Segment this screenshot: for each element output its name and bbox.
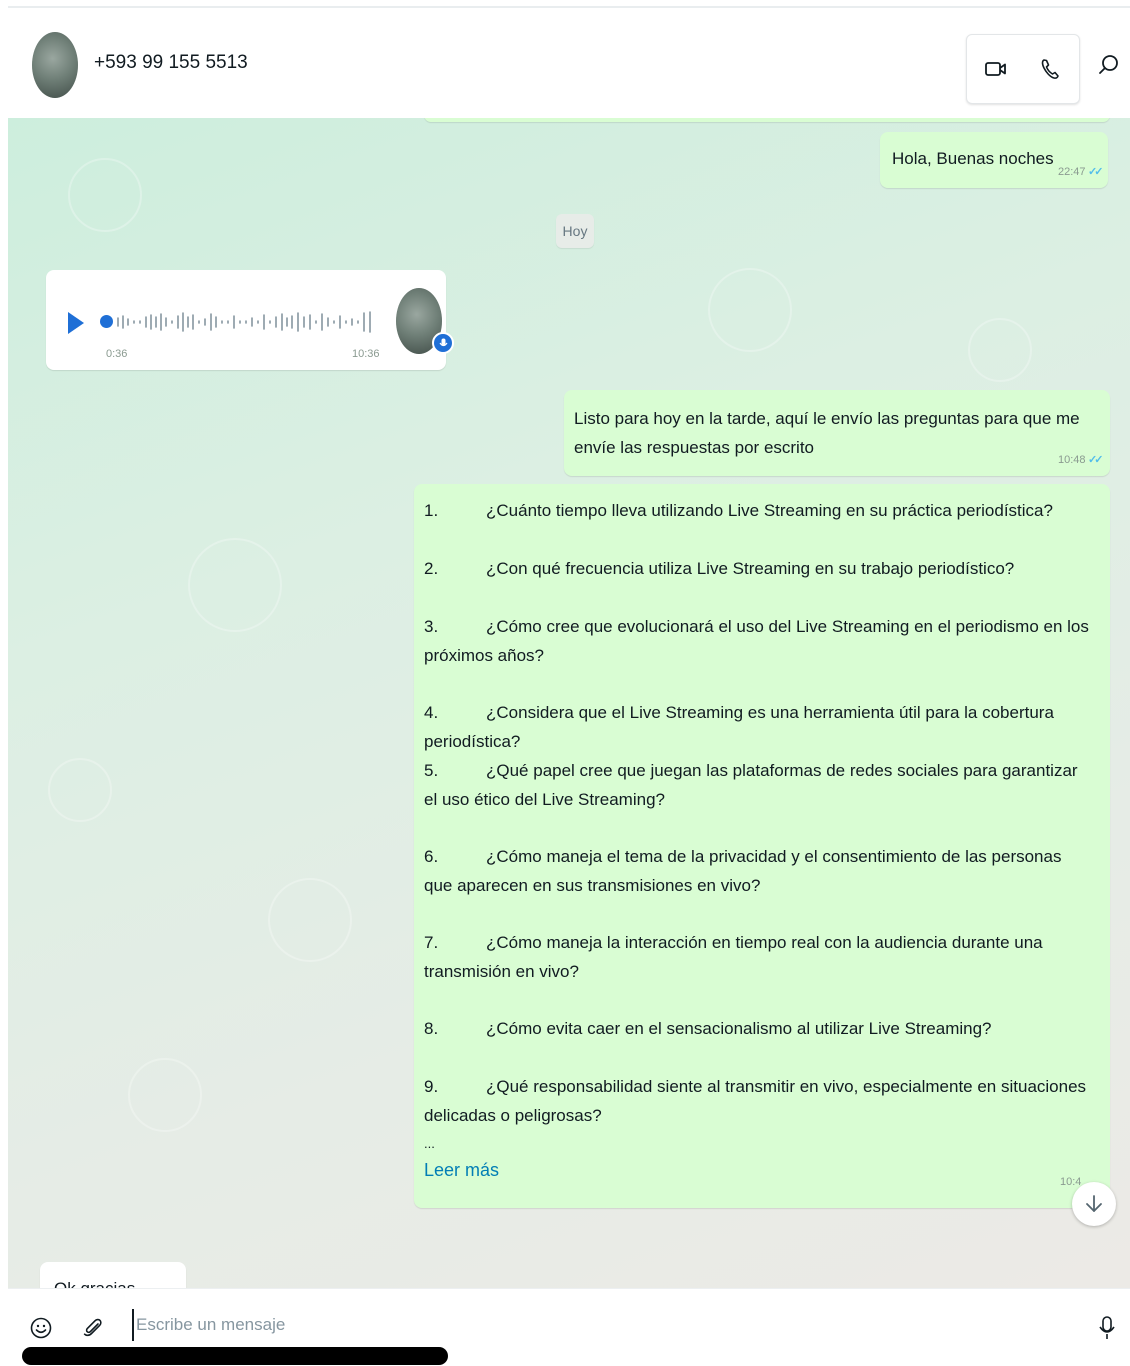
question-item: 7. ¿Cómo maneja la interacción en tiempo…	[424, 928, 1094, 986]
chat-area[interactable]: Hola, Buenas noches 22:47 ✓✓ Hoy 0:36 10…	[8, 118, 1130, 1288]
question-text: ¿Qué responsabilidad siente al transmiti…	[424, 1077, 1087, 1125]
question-number: 9.	[424, 1077, 439, 1096]
wallpaper-doodle	[68, 158, 142, 232]
wallpaper-doodle	[968, 318, 1032, 382]
message-text: Ok gracias	[54, 1274, 135, 1288]
voice-call-icon	[1041, 59, 1059, 79]
truncation-ellipsis: ...	[424, 1136, 435, 1151]
question-number: 6.	[424, 847, 439, 866]
contact-avatar[interactable]	[32, 32, 78, 98]
previous-message-bubble	[424, 118, 1110, 122]
emoji-icon	[30, 1317, 52, 1339]
message-bubble-incoming[interactable]: Ok gracias	[40, 1262, 186, 1288]
scroll-to-bottom-button[interactable]	[1072, 1182, 1116, 1226]
wallpaper-doodle	[708, 268, 792, 352]
question-text: ¿Cuánto tiempo lleva utilizando Live Str…	[486, 501, 1053, 520]
wallpaper-doodle	[48, 758, 112, 822]
question-item: 1. ¿Cuánto tiempo lleva utilizando Live …	[424, 496, 1094, 525]
message-text: Hola, Buenas noches	[892, 149, 1054, 168]
call-buttons-group	[966, 34, 1080, 104]
question-text: ¿Cómo evita caer en el sensacionalismo a…	[486, 1019, 992, 1038]
emoji-button[interactable]	[28, 1315, 54, 1341]
question-number: 8.	[424, 1019, 439, 1038]
read-more-link[interactable]: Leer más	[424, 1160, 499, 1181]
contact-name[interactable]: +593 99 155 5513	[94, 52, 248, 74]
attach-icon	[83, 1318, 102, 1337]
question-text: ¿Con qué frecuencia utiliza Live Streami…	[486, 559, 1015, 578]
question-text: ¿Considera que el Live Streaming es una …	[424, 703, 1054, 751]
message-composer	[8, 1288, 1130, 1366]
chat-header: +593 99 155 5513	[8, 6, 1130, 120]
question-text: ¿Qué papel cree que juegan las plataform…	[424, 761, 1078, 809]
message-bubble-outgoing-list[interactable]: 1. ¿Cuánto tiempo lleva utilizando Live …	[414, 484, 1110, 1208]
message-time: 10:4	[1060, 1176, 1082, 1188]
question-item: 2. ¿Con qué frecuencia utiliza Live Stre…	[424, 554, 1094, 583]
redaction-bar	[22, 1347, 448, 1365]
microphone-icon	[1099, 1316, 1115, 1339]
question-number: 1.	[424, 501, 439, 520]
question-number: 3.	[424, 617, 439, 636]
wallpaper-doodle	[188, 538, 282, 632]
question-number: 7.	[424, 933, 439, 952]
voice-call-button[interactable]	[1035, 55, 1065, 83]
attach-button[interactable]	[80, 1315, 106, 1341]
question-number: 2.	[424, 559, 439, 578]
question-item: 4. ¿Considera que el Live Streaming es u…	[424, 698, 1094, 756]
message-time: 22:47	[1058, 166, 1086, 178]
waveform[interactable]	[116, 308, 376, 336]
question-text: ¿Cómo maneja la interacción en tiempo re…	[424, 933, 1043, 981]
question-number: 5.	[424, 761, 439, 780]
message-input[interactable]	[132, 1309, 1038, 1341]
microphone-badge-icon	[432, 332, 454, 354]
video-call-icon	[985, 62, 1006, 76]
seek-handle[interactable]	[100, 315, 113, 328]
wallpaper-doodle	[128, 1058, 202, 1132]
read-ticks-icon: ✓✓	[1088, 454, 1104, 466]
read-ticks-icon: ✓✓	[1088, 166, 1104, 178]
message-time: 10:36	[352, 348, 380, 360]
play-icon[interactable]	[68, 312, 84, 334]
question-item: 5. ¿Qué papel cree que juegan las plataf…	[424, 756, 1094, 814]
message-bubble-outgoing[interactable]: Listo para hoy en la tarde, aquí le enví…	[564, 390, 1110, 476]
message-text: Listo para hoy en la tarde, aquí le enví…	[574, 409, 1080, 457]
voice-elapsed: 0:36	[106, 348, 128, 360]
voice-message-bubble[interactable]: 0:36 10:36	[46, 270, 454, 370]
search-button[interactable]	[1096, 52, 1122, 78]
voice-record-button[interactable]	[1094, 1315, 1120, 1341]
message-bubble-outgoing[interactable]: Hola, Buenas noches 22:47 ✓✓	[880, 132, 1108, 188]
message-time: 10:48	[1058, 454, 1086, 466]
question-text: ¿Cómo maneja el tema de la privacidad y …	[424, 847, 1062, 895]
question-item: 9. ¿Qué responsabilidad siente al transm…	[424, 1072, 1094, 1130]
question-item: 8. ¿Cómo evita caer en el sensacionalism…	[424, 1014, 1094, 1043]
question-item: 6. ¿Cómo maneja el tema de la privacidad…	[424, 842, 1094, 900]
arrow-down-icon	[1086, 1195, 1102, 1212]
wallpaper-doodle	[268, 878, 352, 962]
date-separator: Hoy	[556, 214, 594, 248]
search-icon	[1099, 55, 1118, 74]
question-item: 3. ¿Cómo cree que evolucionará el uso de…	[424, 612, 1094, 670]
question-number: 4.	[424, 703, 439, 722]
video-call-button[interactable]	[981, 55, 1011, 83]
question-text: ¿Cómo cree que evolucionará el uso del L…	[424, 617, 1089, 665]
